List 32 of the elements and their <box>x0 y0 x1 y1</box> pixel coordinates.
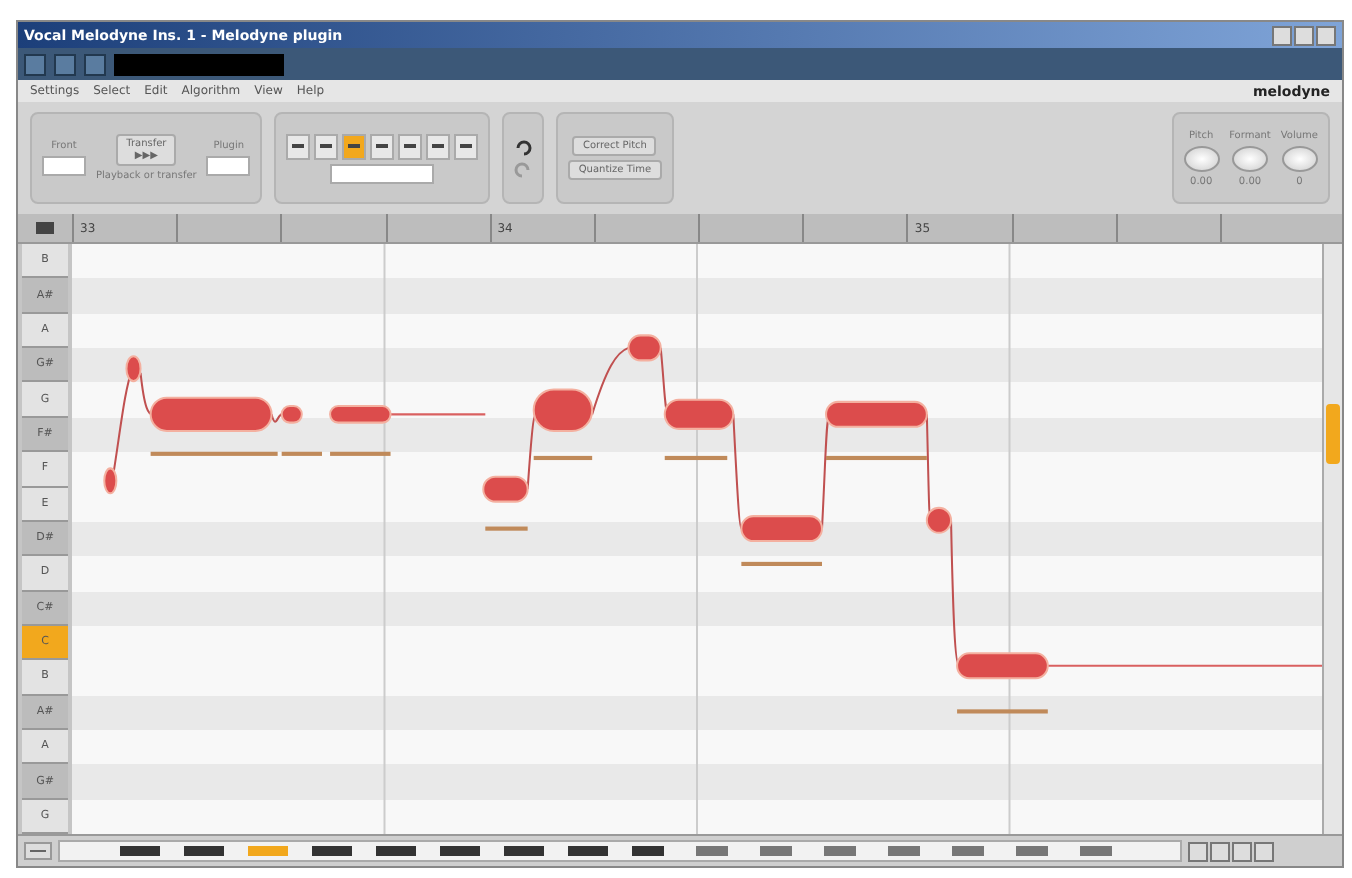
close-button[interactable] <box>1316 25 1336 45</box>
toolbar-button[interactable] <box>84 53 106 75</box>
tool-button[interactable] <box>286 133 311 159</box>
knob[interactable] <box>1281 145 1318 171</box>
tool-button[interactable] <box>398 133 423 159</box>
knob[interactable] <box>1231 145 1268 171</box>
toolbar-button[interactable] <box>54 53 76 75</box>
tool-icon <box>404 140 417 152</box>
front-field[interactable] <box>42 156 86 176</box>
overview-strip-drawing[interactable] <box>58 840 1182 862</box>
undo-icon[interactable] <box>514 138 533 156</box>
maximize-button[interactable] <box>1294 25 1314 45</box>
knob[interactable] <box>1183 145 1220 171</box>
tool-button[interactable] <box>454 133 479 159</box>
tool-field[interactable] <box>330 163 435 183</box>
tool-button[interactable] <box>342 133 367 159</box>
tool-icon <box>320 140 333 152</box>
tool-button[interactable] <box>314 133 339 159</box>
tool-button[interactable] <box>370 133 395 159</box>
tool-icon <box>460 140 473 152</box>
tool-icon <box>376 140 389 152</box>
plugin-field[interactable] <box>206 156 251 176</box>
minimize-button[interactable] <box>1272 25 1292 45</box>
tool-button[interactable] <box>426 133 451 159</box>
vertical-scrollbar[interactable] <box>1322 244 1342 834</box>
toolbar-button[interactable] <box>24 53 46 75</box>
tool-icon <box>432 140 445 152</box>
preset-field[interactable] <box>114 53 284 75</box>
scrollbar-thumb[interactable] <box>1326 404 1340 464</box>
tool-icon <box>348 140 361 152</box>
zoom-icon[interactable] <box>24 842 52 860</box>
tool-icon <box>292 140 305 152</box>
